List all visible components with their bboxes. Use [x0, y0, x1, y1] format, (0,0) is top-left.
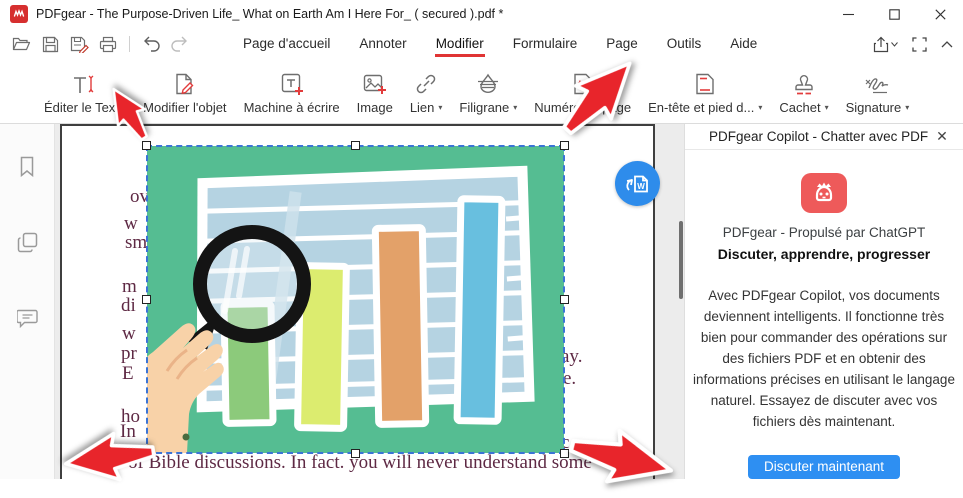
chevron-down-icon: ▾ — [905, 103, 909, 112]
chat-now-button[interactable]: Discuter maintenant — [748, 455, 900, 479]
close-icon[interactable]: ✕ — [931, 126, 953, 148]
image-label: Image — [357, 100, 393, 115]
pdf-text-fragment: w — [122, 323, 136, 345]
header-footer-button[interactable]: En-tête et pied d... ▾ — [648, 70, 762, 115]
tab-formulaire[interactable]: Formulaire — [512, 31, 579, 57]
signature-icon — [863, 70, 891, 96]
menu-bar: Page d'accueil Annoter Modifier Formulai… — [0, 28, 963, 60]
pdf-text-fragment: ay. — [561, 346, 582, 368]
pdfgear-logo-icon — [10, 5, 28, 23]
selection-handle-e[interactable] — [560, 295, 569, 304]
header-footer-label: En-tête et pied d... — [648, 100, 754, 115]
signature-label: Signature — [846, 100, 902, 115]
chevron-down-icon: ▾ — [758, 103, 762, 112]
tab-page-daccueil[interactable]: Page d'accueil — [242, 31, 331, 57]
copilot-title: PDFgear Copilot - Chatter avec PDF — [709, 129, 928, 144]
quick-access-toolbar — [12, 33, 190, 55]
edit-text-icon — [72, 70, 98, 96]
pdf-text-fragment: E — [122, 363, 134, 385]
window-title: PDFgear - The Purpose-Driven Life_ What … — [36, 7, 503, 21]
ribbon-tabs: Page d'accueil Annoter Modifier Formulai… — [242, 31, 758, 57]
typewriter-button[interactable]: Machine à écrire — [244, 70, 340, 115]
watermark-button[interactable]: Filigrane ▾ — [459, 70, 517, 115]
insert-image-button[interactable]: Image — [357, 70, 393, 115]
save-as-icon[interactable] — [70, 33, 90, 55]
header-footer-icon — [694, 70, 716, 96]
edit-text-button[interactable]: Éditer le Texte — [44, 70, 126, 115]
title-bar: PDFgear - The Purpose-Driven Life_ What … — [0, 0, 963, 28]
tab-annoter[interactable]: Annoter — [358, 31, 407, 57]
watermark-icon — [476, 70, 500, 96]
copilot-panel: PDFgear Copilot - Chatter avec PDF ✕ PDF… — [684, 124, 963, 479]
edit-object-button[interactable]: Modifier l'objet — [143, 70, 226, 115]
copilot-subtitle: PDFgear - Propulsé par ChatGPT — [685, 225, 963, 240]
copilot-tagline: Discuter, apprendre, progresser — [685, 246, 963, 262]
tab-outils[interactable]: Outils — [666, 31, 703, 57]
stamp-icon — [792, 70, 816, 96]
pdf-text-fragment: In — [120, 421, 136, 443]
save-icon[interactable] — [41, 33, 61, 55]
copilot-robot-icon — [801, 173, 847, 213]
pdf-text-fragment: di — [121, 295, 136, 317]
pdf-text-fragment: e. — [563, 368, 576, 390]
chevron-down-icon: ▾ — [513, 103, 517, 112]
pdf-text-fragment: sm — [125, 232, 147, 254]
selection-handle-n[interactable] — [351, 141, 360, 150]
selection-handle-ne[interactable] — [560, 141, 569, 150]
selection-handle-w[interactable] — [142, 295, 151, 304]
tab-aide[interactable]: Aide — [729, 31, 758, 57]
minimize-button[interactable] — [825, 0, 871, 28]
tab-modifier[interactable]: Modifier — [435, 31, 485, 57]
typewriter-label: Machine à écrire — [244, 100, 340, 115]
share-icon[interactable] — [873, 36, 898, 53]
comment-icon[interactable] — [15, 306, 39, 330]
fullscreen-icon[interactable] — [912, 37, 927, 52]
document-area[interactable]: ov w sm m di w pr E ho In ay. e. c of Bi… — [55, 124, 684, 479]
toolbar-separator — [129, 36, 130, 52]
vertical-scrollbar[interactable] — [679, 221, 683, 299]
selection-handle-s[interactable] — [351, 449, 360, 458]
selection-handle-se[interactable] — [560, 449, 569, 458]
tab-page[interactable]: Page — [605, 31, 639, 57]
edit-object-label: Modifier l'objet — [143, 100, 226, 115]
copilot-description: Avec PDFgear Copilot, vos documents devi… — [690, 285, 958, 432]
chevron-down-icon: ▾ — [825, 103, 829, 112]
stamp-button[interactable]: Cachet ▾ — [779, 70, 828, 115]
stamp-label: Cachet — [779, 100, 820, 115]
copilot-header: PDFgear Copilot - Chatter avec PDF ✕ — [685, 124, 963, 150]
page-number-label: Numéro de page — [534, 100, 631, 115]
redo-icon[interactable] — [170, 33, 190, 55]
pdf-page[interactable]: ov w sm m di w pr E ho In ay. e. c of Bi… — [60, 124, 655, 479]
image-icon — [362, 70, 387, 96]
page-number-button[interactable]: Numéro de page — [534, 70, 631, 115]
pages-icon[interactable] — [15, 230, 39, 254]
link-button[interactable]: Lien▾ — [410, 70, 443, 115]
chevron-down-icon: ▾ — [438, 103, 442, 112]
link-label: Lien — [410, 100, 435, 115]
pdfgear-window: PDFgear - The Purpose-Driven Life_ What … — [0, 0, 963, 479]
page-number-icon — [572, 70, 594, 96]
bookmark-icon[interactable] — [15, 154, 39, 178]
edit-object-icon — [173, 70, 197, 96]
selected-image-bar-chart-illustration[interactable] — [147, 146, 564, 453]
selection-handle-sw[interactable] — [142, 449, 151, 458]
typewriter-icon — [280, 70, 304, 96]
left-sidebar — [0, 124, 55, 479]
maximize-button[interactable] — [871, 0, 917, 28]
svg-text:W: W — [637, 182, 645, 191]
link-icon — [414, 70, 438, 96]
collapse-ribbon-icon[interactable] — [941, 41, 953, 48]
convert-to-word-button[interactable]: W — [615, 161, 660, 206]
edit-text-label: Éditer le Texte — [44, 100, 126, 115]
watermark-label: Filigrane — [459, 100, 509, 115]
close-button[interactable] — [917, 0, 963, 28]
selection-handle-nw[interactable] — [142, 141, 151, 150]
word-convert-icon: W — [625, 172, 651, 196]
open-icon[interactable] — [12, 33, 32, 55]
pdf-text-fragment: pr — [121, 343, 137, 365]
edit-ribbon: Éditer le Texte Modifier l'objet Machine… — [0, 60, 963, 124]
print-icon[interactable] — [98, 33, 118, 55]
signature-button[interactable]: Signature▾ — [846, 70, 910, 115]
undo-icon[interactable] — [141, 33, 161, 55]
